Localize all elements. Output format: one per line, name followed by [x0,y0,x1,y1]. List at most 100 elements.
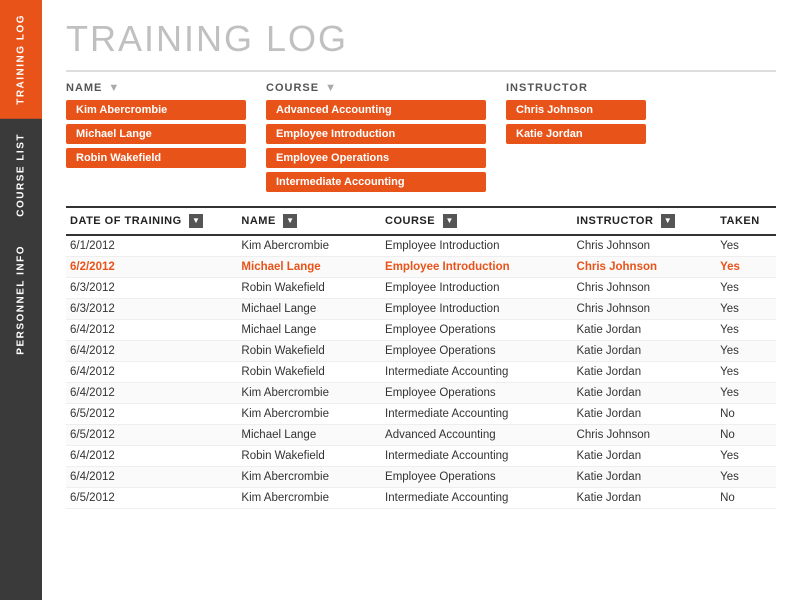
cell-instructor: Katie Jordan [573,383,717,404]
cell-name: Robin Wakefield [237,341,381,362]
col-header-instructor: INSTRUCTOR ▼ [573,207,717,235]
col-date-filter-icon[interactable]: ▼ [189,214,203,228]
sidebar-tab-training-log[interactable]: Training Log [0,0,42,119]
filter-tag-course[interactable]: Employee Introduction [266,124,486,144]
filter-course-label: COURSE [266,82,319,94]
filter-tag-name[interactable]: Michael Lange [66,124,246,144]
col-header-name: NAME ▼ [237,207,381,235]
table-body: 6/1/2012Kim AbercrombieEmployee Introduc… [66,235,776,509]
cell-name: Kim Abercrombie [237,467,381,488]
table-row: 6/5/2012Kim AbercrombieIntermediate Acco… [66,404,776,425]
col-name-filter-icon[interactable]: ▼ [283,214,297,228]
filter-tag-course[interactable]: Intermediate Accounting [266,172,486,192]
cell-name: Robin Wakefield [237,278,381,299]
cell-taken: No [716,488,776,509]
table-row: 6/3/2012Robin WakefieldEmployee Introduc… [66,278,776,299]
cell-taken: Yes [716,383,776,404]
cell-instructor: Katie Jordan [573,446,717,467]
filter-name-header: NAME ▼ [66,82,246,94]
table-row: 6/3/2012Michael LangeEmployee Introducti… [66,299,776,320]
sidebar-tab-course-list[interactable]: Course List [0,119,42,231]
col-header-taken: TAKEN [716,207,776,235]
col-header-course: COURSE ▼ [381,207,572,235]
filter-course-icon[interactable]: ▼ [325,82,336,94]
cell-date: 6/4/2012 [66,467,237,488]
cell-date: 6/4/2012 [66,341,237,362]
cell-instructor: Katie Jordan [573,320,717,341]
table-wrapper: DATE OF TRAINING ▼ NAME ▼ COURSE ▼ INSTR… [66,206,776,600]
cell-taken: Yes [716,235,776,257]
filter-tag-instructor[interactable]: Katie Jordan [506,124,646,144]
cell-course: Employee Introduction [381,299,572,320]
cell-instructor: Chris Johnson [573,299,717,320]
filter-tag-course[interactable]: Advanced Accounting [266,100,486,120]
filter-tag-course[interactable]: Employee Operations [266,148,486,168]
cell-date: 6/2/2012 [66,257,237,278]
cell-name: Kim Abercrombie [237,404,381,425]
cell-taken: No [716,425,776,446]
cell-date: 6/4/2012 [66,446,237,467]
filter-name-icon[interactable]: ▼ [108,82,119,94]
filter-tag-name[interactable]: Kim Abercrombie [66,100,246,120]
table-row: 6/4/2012Robin WakefieldIntermediate Acco… [66,446,776,467]
cell-date: 6/5/2012 [66,404,237,425]
cell-date: 6/4/2012 [66,362,237,383]
cell-course: Employee Introduction [381,257,572,278]
cell-course: Employee Operations [381,320,572,341]
cell-instructor: Katie Jordan [573,341,717,362]
cell-instructor: Katie Jordan [573,467,717,488]
cell-name: Kim Abercrombie [237,488,381,509]
cell-course: Intermediate Accounting [381,488,572,509]
table-row: 6/5/2012Kim AbercrombieIntermediate Acco… [66,488,776,509]
col-course-filter-icon[interactable]: ▼ [443,214,457,228]
cell-date: 6/4/2012 [66,320,237,341]
filter-instructor-col: INSTRUCTOR Chris Johnson Katie Jordan [506,82,646,192]
table-row: 6/4/2012Kim AbercrombieEmployee Operatio… [66,467,776,488]
col-instructor-filter-icon[interactable]: ▼ [661,214,675,228]
cell-course: Employee Operations [381,341,572,362]
cell-instructor: Chris Johnson [573,278,717,299]
cell-taken: Yes [716,467,776,488]
filter-tag-name[interactable]: Robin Wakefield [66,148,246,168]
cell-taken: Yes [716,257,776,278]
cell-course: Intermediate Accounting [381,446,572,467]
filter-name-col: NAME ▼ Kim Abercrombie Michael Lange Robin… [66,82,246,192]
filter-instructor-tags: Chris Johnson Katie Jordan [506,100,646,144]
table-row: 6/5/2012Michael LangeAdvanced Accounting… [66,425,776,446]
sidebar: Training LogCourse ListPersonnel Info [0,0,42,600]
cell-name: Robin Wakefield [237,446,381,467]
cell-date: 6/3/2012 [66,299,237,320]
cell-course: Intermediate Accounting [381,404,572,425]
cell-taken: Yes [716,341,776,362]
cell-name: Robin Wakefield [237,362,381,383]
cell-name: Kim Abercrombie [237,235,381,257]
table-row: 6/1/2012Kim AbercrombieEmployee Introduc… [66,235,776,257]
cell-date: 6/5/2012 [66,425,237,446]
filter-instructor-label: INSTRUCTOR [506,82,588,94]
cell-name: Michael Lange [237,299,381,320]
cell-course: Advanced Accounting [381,425,572,446]
main-content: TRAINING LOG NAME ▼ Kim Abercrombie Micha… [42,0,800,600]
training-table: DATE OF TRAINING ▼ NAME ▼ COURSE ▼ INSTR… [66,206,776,509]
sidebar-tab-personnel-info[interactable]: Personnel Info [0,231,42,369]
table-row: 6/4/2012Robin WakefieldIntermediate Acco… [66,362,776,383]
filter-name-tags: Kim Abercrombie Michael Lange Robin Wakefi… [66,100,246,168]
filter-course-header: COURSE ▼ [266,82,486,94]
col-header-date: DATE OF TRAINING ▼ [66,207,237,235]
filter-section: NAME ▼ Kim Abercrombie Michael Lange Robin… [66,70,776,192]
table-row: 6/4/2012Kim AbercrombieEmployee Operatio… [66,383,776,404]
filter-course-col: COURSE ▼ Advanced Accounting Employee Int… [266,82,486,192]
cell-date: 6/3/2012 [66,278,237,299]
cell-instructor: Katie Jordan [573,362,717,383]
cell-course: Intermediate Accounting [381,362,572,383]
page-title: TRAINING LOG [66,18,776,60]
cell-instructor: Katie Jordan [573,404,717,425]
cell-course: Employee Operations [381,383,572,404]
table-row: 6/2/2012Michael LangeEmployee Introducti… [66,257,776,278]
cell-date: 6/1/2012 [66,235,237,257]
cell-course: Employee Introduction [381,235,572,257]
cell-taken: Yes [716,446,776,467]
filter-tag-instructor[interactable]: Chris Johnson [506,100,646,120]
table-row: 6/4/2012Robin WakefieldEmployee Operatio… [66,341,776,362]
cell-date: 6/5/2012 [66,488,237,509]
